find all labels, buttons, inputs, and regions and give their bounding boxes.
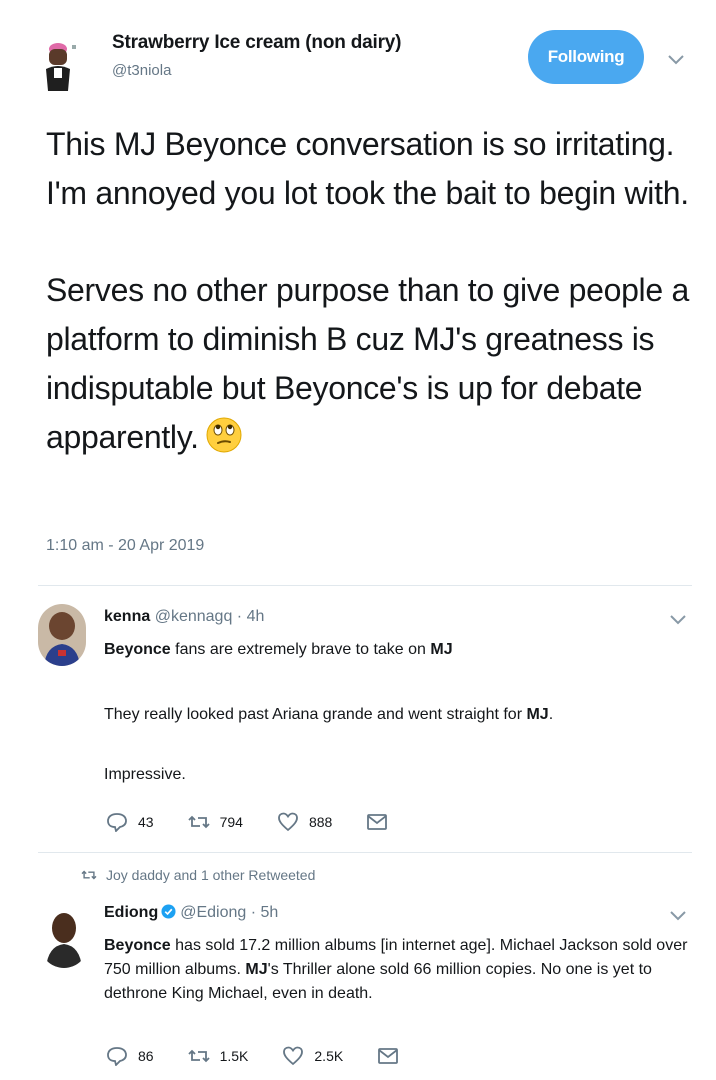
dm-action[interactable]: [377, 1046, 409, 1066]
reply-text: Beyonce has sold 17.2 million albums [in…: [104, 937, 688, 1002]
reply-header: kenna @kennagq · 4h: [104, 608, 265, 625]
tweet-text: This MJ Beyonce conversation is so irrit…: [46, 120, 696, 462]
reply-line: Impressive.: [104, 766, 186, 783]
reply-line: Beyonce fans are extremely brave to take…: [104, 641, 453, 658]
reply-action[interactable]: 43: [106, 812, 154, 832]
tweet-paragraph: Serves no other purpose than to give peo…: [46, 272, 689, 455]
reply-text: Beyonce fans are extremely brave to take…: [104, 640, 684, 660]
retweet-action[interactable]: 794: [187, 812, 243, 832]
reply-header: Ediong @Ediong · 5h: [104, 904, 279, 921]
dm-action[interactable]: [366, 812, 398, 832]
eye-roll-face-icon: [206, 417, 242, 453]
reply-icon: [107, 813, 127, 832]
author-avatar[interactable]: [38, 35, 82, 93]
reply-count: 43: [138, 814, 154, 830]
following-button[interactable]: Following: [528, 30, 644, 84]
envelope-icon: [367, 814, 388, 830]
like-action[interactable]: 2.5K: [282, 1046, 343, 1066]
reply-action[interactable]: 86: [106, 1046, 154, 1066]
retweet-count: 794: [219, 814, 243, 830]
like-count: 2.5K: [314, 1048, 344, 1064]
reply-handle[interactable]: @kennagq: [155, 608, 233, 625]
heart-icon: [278, 812, 298, 832]
avatar[interactable]: [38, 604, 86, 666]
reply-handle[interactable]: @Ediong: [180, 904, 246, 921]
author-display-name[interactable]: Strawberry Ice cream (non dairy): [112, 32, 401, 54]
like-action[interactable]: 888: [277, 812, 332, 832]
chevron-down-icon[interactable]: [667, 54, 685, 66]
retweet-action[interactable]: 1.5K: [187, 1046, 249, 1066]
chevron-down-icon[interactable]: [669, 614, 687, 626]
retweet-icon: [81, 870, 97, 880]
tweet-actions: 43 794 888: [106, 812, 432, 832]
tweet-paragraph: This MJ Beyonce conversation is so irrit…: [46, 126, 689, 211]
chevron-down-icon[interactable]: [669, 910, 687, 922]
reply-icon: [107, 1047, 127, 1066]
reply-display-name[interactable]: kenna: [104, 608, 150, 625]
retweet-note[interactable]: Joy daddy and 1 other Retweeted: [80, 867, 315, 883]
retweet-count: 1.5K: [219, 1048, 249, 1064]
reply-age[interactable]: 5h: [261, 904, 279, 921]
divider: [38, 852, 692, 853]
author-handle[interactable]: @t3niola: [112, 62, 171, 79]
avatar[interactable]: [40, 906, 88, 968]
tweet-timestamp[interactable]: 1:10 am - 20 Apr 2019: [46, 537, 204, 555]
heart-icon: [283, 1046, 304, 1066]
reply-line: They really looked past Ariana grande an…: [104, 706, 554, 723]
retweet-icon: [187, 1049, 210, 1063]
reply-age[interactable]: 4h: [247, 608, 265, 625]
reply-display-name[interactable]: Ediong: [104, 904, 158, 921]
like-count: 888: [308, 814, 333, 830]
tweet-actions: 86 1.5K 2.5K: [106, 1046, 443, 1066]
reply-count: 86: [138, 1048, 154, 1064]
divider: [38, 585, 692, 586]
verified-badge-icon: [161, 904, 176, 919]
envelope-icon: [378, 1048, 399, 1064]
retweet-icon: [187, 815, 210, 829]
